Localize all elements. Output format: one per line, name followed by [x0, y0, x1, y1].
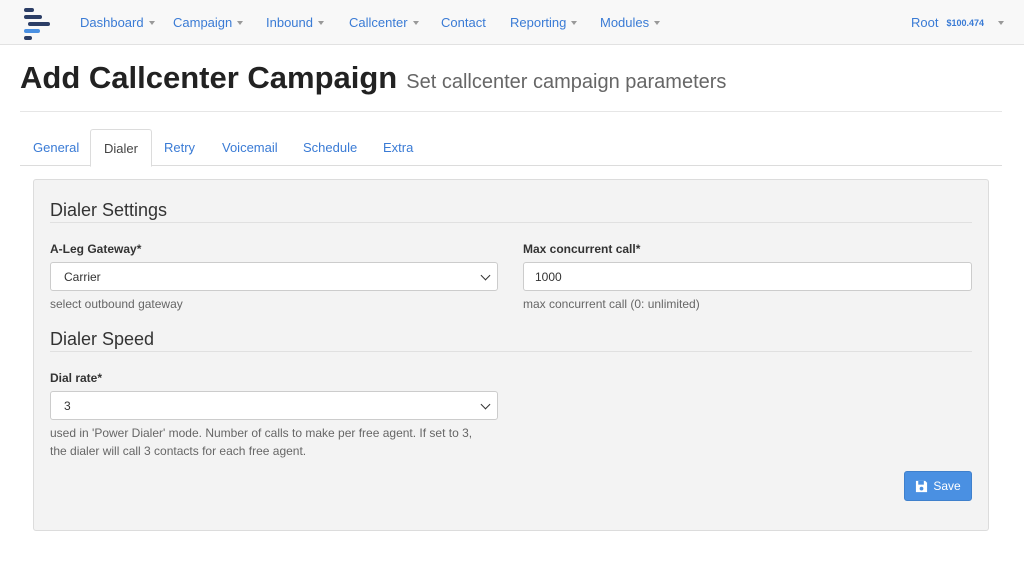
gateway-select-value: Carrier: [64, 269, 101, 284]
nav-modules[interactable]: Modules: [600, 15, 661, 30]
dial-rate-help: used in 'Power Dialer' mode. Number of c…: [50, 424, 472, 460]
nav-contact-label: Contact: [441, 15, 486, 30]
nav-campaign[interactable]: Campaign: [173, 15, 244, 30]
page-title: Add Callcenter Campaign: [20, 60, 398, 95]
nav-dashboard[interactable]: Dashboard: [80, 15, 155, 30]
nav-dashboard-label: Dashboard: [80, 15, 144, 30]
chevron-down-icon: [480, 399, 491, 410]
dialer-form-panel: Dialer Settings A-Leg Gateway* Carrier s…: [33, 179, 989, 531]
dial-rate-label: Dial rate*: [50, 371, 103, 385]
user-name: Root: [911, 15, 939, 30]
nav-inbound-label: Inbound: [266, 15, 313, 30]
max-calls-label: Max concurrent call*: [523, 242, 641, 256]
dialer-speed-title: Dialer Speed: [50, 329, 155, 349]
gateway-label: A-Leg Gateway*: [50, 242, 142, 256]
dial-rate-help-line2: the dialer will call 3 contacts for each…: [50, 444, 307, 458]
dial-rate-select[interactable]: 3: [50, 391, 498, 420]
tab-schedule[interactable]: Schedule: [290, 129, 370, 166]
caret-down-icon: [412, 21, 419, 25]
max-calls-value: 1000: [535, 269, 562, 284]
nav-reporting-label: Reporting: [510, 15, 567, 30]
page-header: Add Callcenter Campaign Set callcenter c…: [20, 60, 1002, 112]
tab-extra[interactable]: Extra: [370, 129, 426, 166]
caret-down-icon: [654, 21, 661, 25]
max-calls-input[interactable]: 1000: [523, 262, 972, 291]
caret-down-icon: [571, 21, 578, 25]
tab-general[interactable]: General: [20, 129, 92, 166]
nav-modules-label: Modules: [600, 15, 650, 30]
tab-dialer[interactable]: Dialer: [90, 129, 152, 167]
save-button-label: Save: [933, 479, 961, 493]
max-calls-help: max concurrent call (0: unlimited): [523, 297, 700, 311]
save-button[interactable]: Save: [904, 471, 972, 501]
tab-retry[interactable]: Retry: [151, 129, 208, 166]
nav-inbound[interactable]: Inbound: [266, 15, 324, 30]
caret-down-icon: [318, 21, 324, 25]
page-subtitle: Set callcenter campaign parameters: [406, 71, 727, 93]
tab-voicemail[interactable]: Voicemail: [209, 129, 291, 166]
floppy-disk-icon: [916, 480, 928, 492]
dial-rate-help-line1: used in 'Power Dialer' mode. Number of c…: [50, 426, 473, 440]
caret-down-icon: [998, 21, 1005, 25]
nav-callcenter-label: Callcenter: [349, 15, 408, 30]
chevron-down-icon: [480, 270, 491, 281]
nav-contact[interactable]: Contact: [441, 15, 486, 30]
app-logo[interactable]: [22, 6, 52, 40]
nav-campaign-label: Campaign: [173, 15, 233, 30]
campaign-tabs: General Dialer Retry Voicemail Schedule …: [20, 129, 1002, 167]
dialer-settings-title: Dialer Settings: [50, 200, 168, 220]
gateway-select[interactable]: Carrier: [50, 262, 498, 291]
caret-down-icon: [237, 21, 244, 25]
section-divider: [50, 351, 972, 352]
dial-rate-value: 3: [64, 398, 71, 413]
user-balance: $100.474: [946, 17, 985, 28]
nav-reporting[interactable]: Reporting: [510, 15, 578, 30]
gateway-help: select outbound gateway: [50, 297, 183, 311]
section-divider: [50, 222, 972, 223]
user-menu[interactable]: Root $100.474: [911, 15, 1005, 30]
top-navbar: Dashboard Campaign Inbound Callcenter Co…: [0, 0, 1024, 45]
caret-down-icon: [148, 21, 155, 25]
nav-callcenter[interactable]: Callcenter: [349, 15, 419, 30]
